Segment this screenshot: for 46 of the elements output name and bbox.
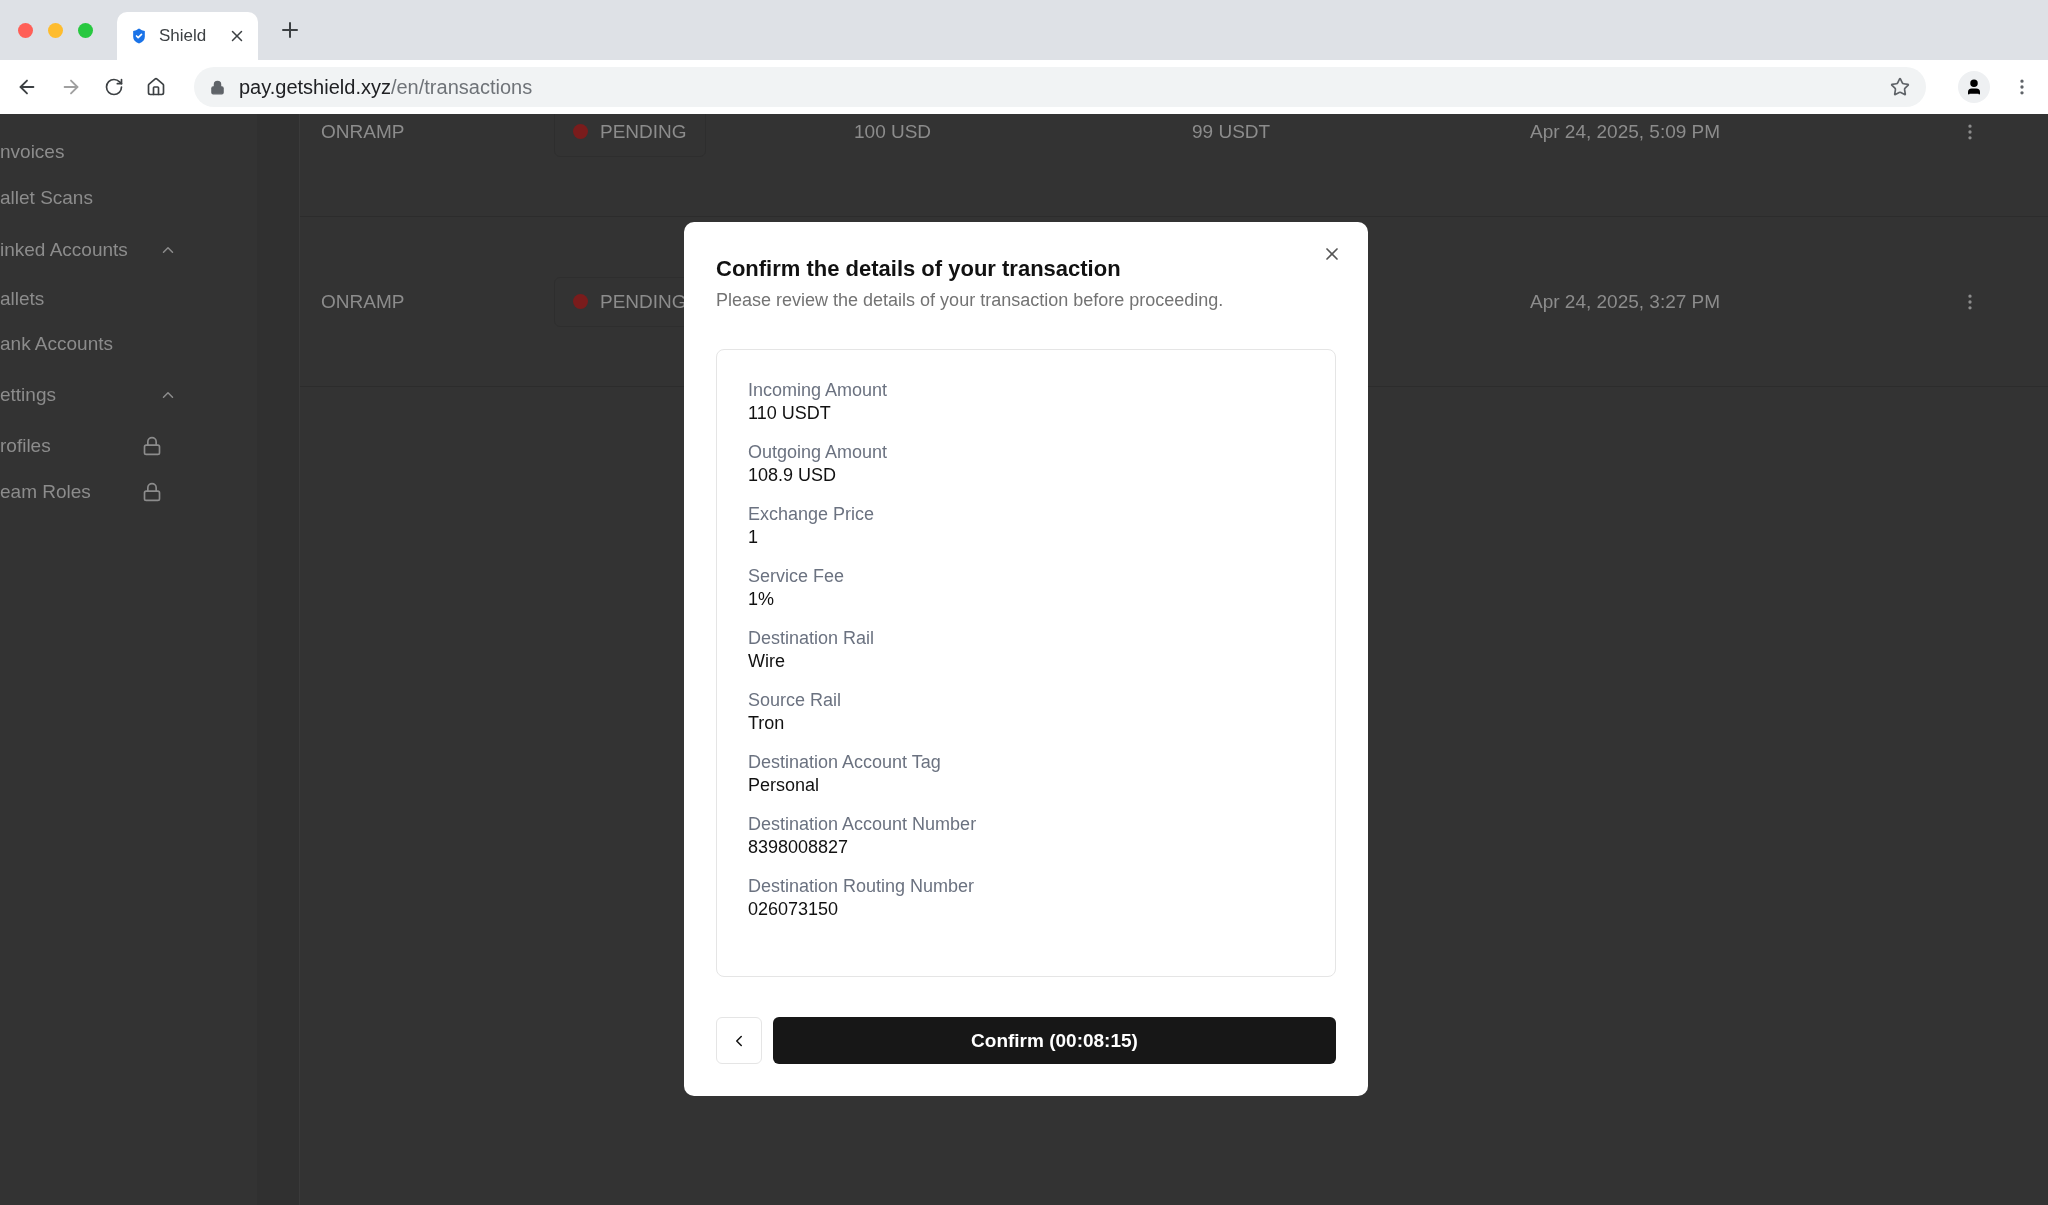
detail-label: Source Rail <box>748 690 843 711</box>
detail-value: 110 USDT <box>748 403 832 424</box>
received-cell-text: 99 USDT <box>1192 120 1272 143</box>
sidebar-item[interactable]: allet Scans <box>0 186 93 209</box>
person-icon <box>1965 78 1983 96</box>
sidebar-item[interactable]: ank Accounts <box>0 333 114 355</box>
detail-label: Service Fee <box>748 566 846 587</box>
sidebar-item[interactable]: nvoices <box>0 141 65 163</box>
home-icon[interactable] <box>146 77 166 97</box>
sidebar-section[interactable]: ettings <box>0 384 56 406</box>
sidebar-item[interactable]: rofiles <box>0 435 51 457</box>
detail-value: Tron <box>748 713 786 734</box>
reload-icon[interactable] <box>104 77 124 97</box>
bookmark-star-icon[interactable] <box>1890 77 1910 97</box>
amount-cell-text: 100 USD <box>854 120 933 143</box>
detail-value: Wire <box>748 651 786 672</box>
detail-value: 026073150 <box>748 899 840 920</box>
detail-label: Incoming Amount <box>748 380 889 401</box>
status-dot-icon <box>573 124 588 139</box>
detail-label: Exchange Price <box>748 504 876 525</box>
sidebar-section[interactable]: inked Accounts <box>0 238 128 261</box>
lock-icon <box>210 79 225 95</box>
date-cell-text: Apr 24, 2025, 5:09 PM <box>1530 120 1722 143</box>
confirm-button[interactable]: Confirm (00:08:15) <box>773 1017 1336 1064</box>
dialog-title: Confirm the details of your transaction <box>716 256 1122 282</box>
detail-value: 1% <box>748 589 775 610</box>
detail-value: Personal <box>748 775 821 796</box>
type-cell-text: ONRAMP <box>321 120 406 143</box>
status-badge: PENDING <box>554 114 706 157</box>
dialog-subtitle: Please review the details of your transaction before proceeding. <box>716 290 1225 311</box>
detail-label: Destination Account Tag <box>748 752 942 773</box>
detail-value: 108.9 USD <box>748 465 838 486</box>
sidebar-item[interactable]: allets <box>0 287 45 310</box>
detail-label: Destination Rail <box>748 628 876 649</box>
detail-label: Outgoing Amount <box>748 442 889 463</box>
type-cell-text: ONRAMP <box>321 290 406 313</box>
detail-value: 8398008827 <box>748 837 850 858</box>
profile-button[interactable] <box>1958 71 1990 103</box>
browser-tab[interactable]: Shield <box>117 12 258 60</box>
detail-label: Destination Routing Number <box>748 876 976 897</box>
detail-value: 1 <box>748 527 759 548</box>
sidebar-item[interactable]: eam Roles <box>0 481 91 503</box>
detail-label: Destination Account Number <box>748 814 978 835</box>
address-bar[interactable]: pay.getshield.xyz/en/transactions <box>194 67 1926 107</box>
date-cell-text: Apr 24, 2025, 3:27 PM <box>1530 290 1722 313</box>
status-dot-icon <box>573 294 588 309</box>
